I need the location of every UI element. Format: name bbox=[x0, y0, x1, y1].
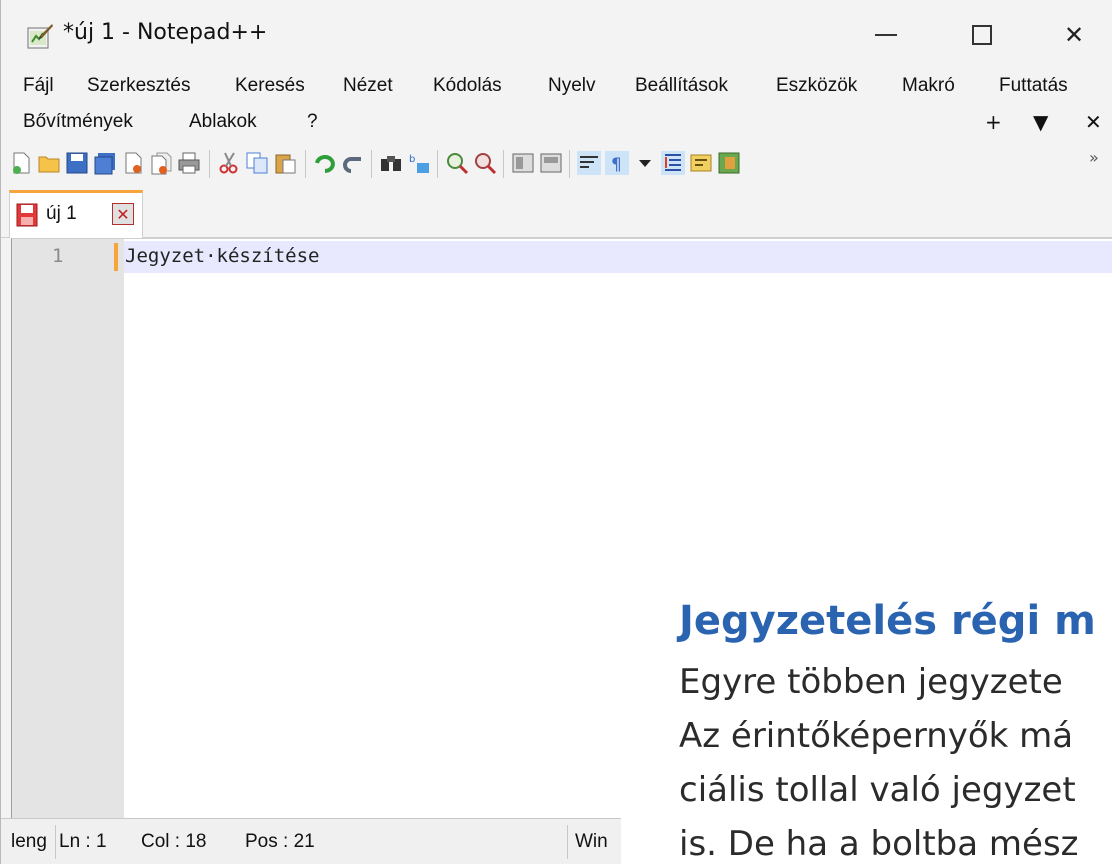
svg-text:¶: ¶ bbox=[611, 155, 622, 175]
unsaved-file-icon bbox=[16, 203, 38, 227]
close-window-button[interactable]: ✕ bbox=[1041, 10, 1107, 60]
copy-icon[interactable] bbox=[245, 151, 269, 175]
menu-language[interactable]: Nyelv bbox=[548, 75, 596, 97]
menu-plugins[interactable]: Bővítmények bbox=[23, 111, 133, 133]
status-eol: Win bbox=[575, 831, 608, 852]
menu-view[interactable]: Nézet bbox=[343, 75, 393, 97]
toolbar-separator bbox=[569, 150, 570, 178]
line-number-gutter: 1 bbox=[12, 239, 124, 819]
close-all-icon[interactable] bbox=[149, 151, 173, 175]
menu-settings[interactable]: Beállítások bbox=[635, 75, 728, 97]
function-list-icon[interactable] bbox=[717, 151, 741, 175]
save-icon[interactable] bbox=[65, 151, 89, 175]
maximize-button[interactable] bbox=[949, 10, 1015, 60]
tab-bar: új 1 ✕ bbox=[1, 188, 1112, 238]
toolbar-separator bbox=[503, 150, 504, 178]
sync-horizontal-scroll-icon[interactable] bbox=[539, 151, 563, 175]
open-file-icon[interactable] bbox=[37, 151, 61, 175]
line-number: 1 bbox=[52, 245, 64, 267]
menu-bar: Fájl Szerkesztés Keresés Nézet Kódolás N… bbox=[1, 70, 1112, 106]
menu-macro[interactable]: Makró bbox=[902, 75, 955, 97]
overlay-text-line: ciális tollal való jegyzet bbox=[679, 770, 1076, 810]
toolbar-overflow-icon[interactable]: » bbox=[1089, 148, 1099, 167]
word-wrap-icon[interactable] bbox=[577, 151, 601, 175]
toolbar: b ¶ » bbox=[1, 142, 1112, 188]
zoom-out-icon[interactable] bbox=[473, 151, 497, 175]
status-separator bbox=[567, 825, 568, 859]
overlay-heading: Jegyzetelés régi m bbox=[679, 598, 1096, 644]
notepad-window: *új 1 - Notepad++ ✕ Fájl Szerkesztés Ker… bbox=[0, 0, 1112, 864]
show-all-characters-icon[interactable]: ¶ bbox=[605, 151, 629, 175]
menu-tools[interactable]: Eszközök bbox=[776, 75, 857, 97]
undo-icon[interactable] bbox=[313, 151, 337, 175]
find-icon[interactable] bbox=[379, 151, 403, 175]
toolbar-separator bbox=[305, 150, 306, 178]
tab-list-dropdown-icon[interactable]: ▼ bbox=[1033, 110, 1048, 134]
replace-icon[interactable]: b bbox=[407, 151, 431, 175]
menu-window[interactable]: Ablakok bbox=[189, 111, 257, 133]
notepad-plus-plus-icon bbox=[27, 24, 53, 49]
new-file-icon[interactable] bbox=[9, 151, 33, 175]
menu-encoding[interactable]: Kódolás bbox=[433, 75, 502, 97]
tab-document-uj-1[interactable]: új 1 ✕ bbox=[9, 190, 143, 238]
overlay-text-line: Az érintőképernyők má bbox=[679, 716, 1074, 756]
menu-bar-second-row: Bővítmények Ablakok ? + ▼ ✕ bbox=[1, 106, 1112, 142]
change-history-marker bbox=[114, 243, 118, 271]
print-icon[interactable] bbox=[177, 151, 201, 175]
status-position: Pos : 21 bbox=[245, 831, 315, 852]
svg-text:b: b bbox=[409, 154, 415, 165]
menu-edit[interactable]: Szerkesztés bbox=[87, 75, 190, 97]
save-all-icon[interactable] bbox=[93, 151, 117, 175]
redo-icon[interactable] bbox=[341, 151, 365, 175]
toolbar-separator bbox=[437, 150, 438, 178]
indent-guide-icon[interactable] bbox=[661, 151, 685, 175]
minimize-icon bbox=[875, 34, 897, 36]
cut-icon[interactable] bbox=[217, 151, 241, 175]
editor-line-1[interactable]: Jegyzet·készítése bbox=[125, 245, 319, 267]
window-title: *új 1 - Notepad++ bbox=[63, 20, 268, 45]
toolbar-separator bbox=[209, 150, 210, 178]
maximize-icon bbox=[972, 25, 992, 45]
document-map-icon[interactable] bbox=[689, 151, 713, 175]
status-line: Ln : 1 bbox=[59, 831, 107, 852]
menu-help[interactable]: ? bbox=[307, 111, 318, 133]
paste-icon[interactable] bbox=[273, 151, 297, 175]
zoom-in-icon[interactable] bbox=[445, 151, 469, 175]
close-document-icon[interactable]: ✕ bbox=[1085, 110, 1102, 134]
overlay-text-line: is. De ha a boltba mész bbox=[679, 824, 1079, 864]
tab-label: új 1 bbox=[46, 203, 77, 224]
menu-file[interactable]: Fájl bbox=[23, 75, 54, 97]
menu-search[interactable]: Keresés bbox=[235, 75, 305, 97]
minimize-button[interactable] bbox=[853, 10, 919, 60]
document-overlay: Jegyzetelés régi m Egyre többen jegyzete… bbox=[621, 588, 1112, 864]
toolbar-separator bbox=[371, 150, 372, 178]
menu-run[interactable]: Futtatás bbox=[999, 75, 1068, 97]
status-separator bbox=[55, 825, 56, 859]
dropdown-arrow-icon[interactable] bbox=[633, 151, 657, 175]
overlay-text-line: Egyre többen jegyzete bbox=[679, 662, 1063, 702]
sync-vertical-scroll-icon[interactable] bbox=[511, 151, 535, 175]
title-bar[interactable]: *új 1 - Notepad++ ✕ bbox=[1, 0, 1112, 70]
status-language: leng bbox=[11, 831, 47, 852]
close-file-icon[interactable] bbox=[121, 151, 145, 175]
status-column: Col : 18 bbox=[141, 831, 207, 852]
tab-close-icon[interactable]: ✕ bbox=[112, 203, 134, 225]
new-tab-plus-icon[interactable]: + bbox=[985, 110, 1002, 134]
